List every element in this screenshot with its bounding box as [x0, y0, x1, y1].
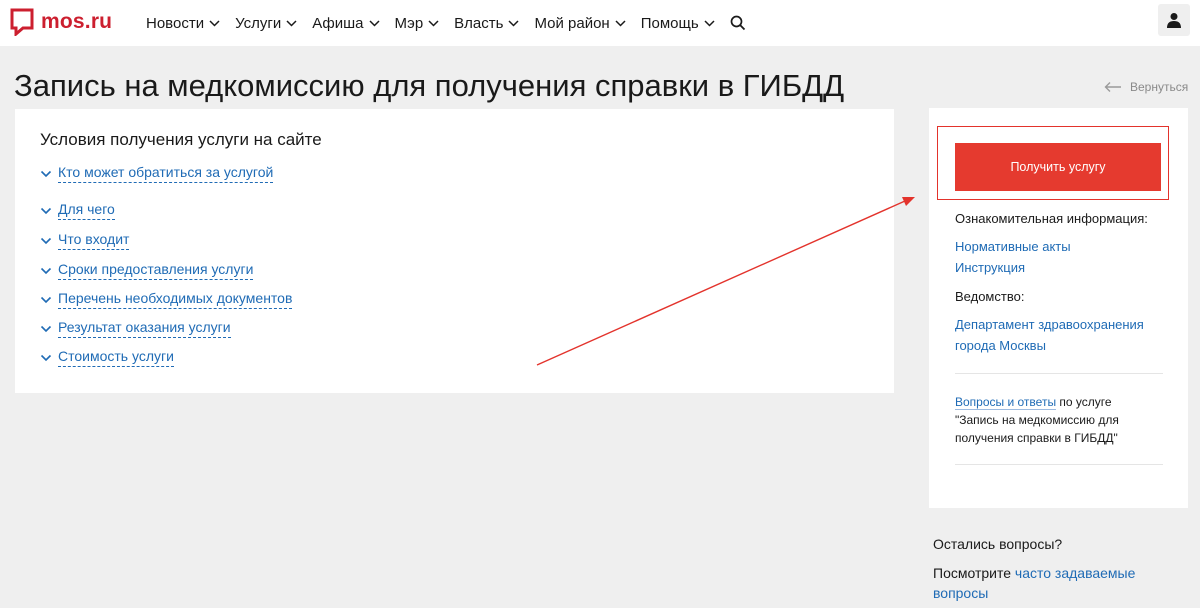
arrow-left-icon: [1104, 82, 1121, 92]
back-link-label: Вернуться: [1130, 80, 1189, 94]
chevron-down-icon: [286, 19, 297, 27]
accordion-item-deadlines[interactable]: Сроки предоставления услуги: [40, 261, 254, 280]
nav-item-afisha[interactable]: Афиша: [312, 14, 380, 32]
chevron-down-icon: [428, 19, 439, 27]
questions-text: Посмотрите часто задаваемые вопросы: [933, 563, 1173, 603]
nav-item-label: Мой район: [534, 14, 610, 32]
accordion-item-label: Сроки предоставления услуги: [58, 261, 254, 280]
accordion-item-label: Результат оказания услуги: [58, 319, 231, 338]
nav-item-mayor[interactable]: Мэр: [395, 15, 440, 32]
nav-item-label: Услуги: [235, 14, 282, 32]
back-link[interactable]: Вернуться: [1104, 80, 1188, 94]
instruction-link[interactable]: Инструкция: [955, 257, 1025, 278]
agency-link[interactable]: Департамент здравоохранения: [955, 314, 1144, 335]
chevron-down-icon: [40, 207, 52, 214]
nav-item-label: Помощь: [640, 14, 699, 32]
page-title: Запись на медкомиссию для получения спра…: [14, 68, 845, 103]
info-heading: Ознакомительная информация:: [955, 211, 1148, 226]
faq-block: Вопросы и ответы по услуге "Запись на ме…: [955, 393, 1155, 447]
nav-item-government[interactable]: Власть: [454, 15, 519, 32]
nav-item-news[interactable]: Новости: [146, 15, 220, 32]
logo-text: mos.ru: [41, 10, 113, 33]
nav-item-label: Новости: [146, 14, 205, 32]
service-sidebar: Получить услугу Ознакомительная информац…: [929, 108, 1188, 508]
site-logo[interactable]: mos.ru: [10, 8, 112, 36]
accordion-item-label: Перечень необходимых документов: [58, 290, 293, 309]
chevron-down-icon: [40, 237, 52, 244]
faq-service-name: "Запись на медкомиссию для получения спр…: [955, 413, 1119, 445]
accordion-item-label: Стоимость услуги: [58, 348, 174, 367]
nav-item-label: Афиша: [312, 14, 364, 32]
accordion-item-label: Что входит: [58, 231, 130, 250]
sidebar-divider: [955, 373, 1163, 374]
nav-item-help[interactable]: Помощь: [641, 15, 715, 32]
chevron-down-icon: [704, 19, 715, 27]
chevron-down-icon: [40, 267, 52, 274]
agency-link-line2[interactable]: города Москвы: [955, 335, 1046, 356]
accordion-item-label: Кто может обратиться за услугой: [58, 164, 274, 183]
faq-suffix: по услуге: [1056, 395, 1112, 409]
chevron-down-icon: [40, 170, 52, 177]
chevron-down-icon: [209, 19, 220, 27]
mos-logo-icon: [10, 8, 34, 36]
normative-acts-link[interactable]: Нормативные акты: [955, 236, 1071, 257]
nav-item-label: Мэр: [394, 14, 424, 32]
search-icon[interactable]: [730, 15, 746, 31]
conditions-title: Условия получения услуги на сайте: [40, 130, 322, 149]
faq-link[interactable]: Вопросы и ответы: [955, 395, 1057, 410]
get-service-button[interactable]: Получить услугу: [955, 143, 1161, 191]
chevron-down-icon: [40, 354, 52, 361]
main-nav: Новости Услуги Афиша Мэр Власть Мой райо…: [146, 0, 746, 46]
agency-heading: Ведомство:: [955, 289, 1025, 304]
sidebar-divider: [955, 464, 1163, 465]
service-conditions-card: Условия получения услуги на сайте Кто мо…: [15, 109, 894, 393]
accordion-item-documents[interactable]: Перечень необходимых документов: [40, 290, 293, 309]
chevron-down-icon: [508, 19, 519, 27]
accordion-item-result[interactable]: Результат оказания услуги: [40, 319, 231, 338]
questions-title: Остались вопросы?: [933, 536, 1063, 552]
chevron-down-icon: [40, 325, 52, 332]
nav-item-my-district[interactable]: Мой район: [534, 14, 626, 32]
top-navigation-bar: mos.ru Новости Услуги Афиша Мэр Власть М…: [0, 0, 1200, 46]
chevron-down-icon: [40, 296, 52, 303]
accordion-item-who-can-apply[interactable]: Кто может обратиться за услугой: [40, 164, 274, 183]
chevron-down-icon: [368, 19, 380, 27]
user-account-button[interactable]: [1158, 4, 1190, 36]
accordion-item-cost[interactable]: Стоимость услуги: [40, 348, 174, 367]
accordion-item-label: Для чего: [58, 201, 115, 220]
questions-prefix: Посмотрите: [933, 565, 1015, 581]
user-icon: [1167, 13, 1181, 28]
accordion-item-includes[interactable]: Что входит: [40, 231, 130, 250]
chevron-down-icon: [615, 19, 626, 27]
accordion-item-purpose[interactable]: Для чего: [40, 201, 115, 220]
nav-item-label: Власть: [454, 14, 504, 32]
nav-item-services[interactable]: Услуги: [235, 15, 297, 32]
